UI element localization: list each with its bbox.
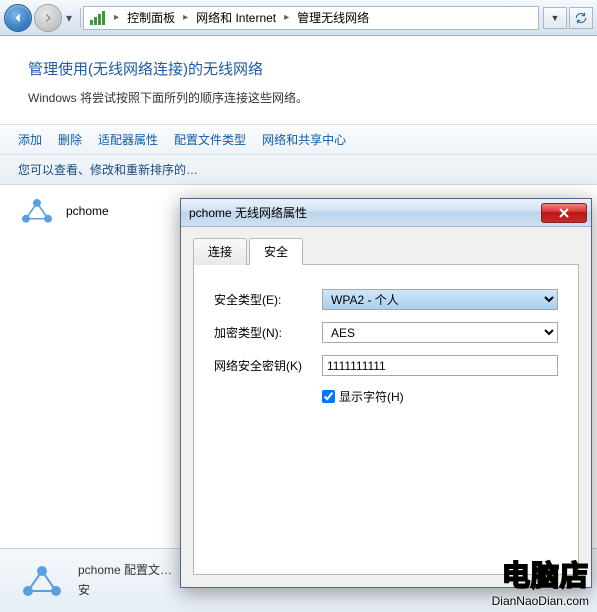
close-button[interactable]: [541, 203, 587, 223]
page-heading: 管理使用(无线网络连接)的无线网络: [28, 58, 569, 79]
encryption-type-select[interactable]: AES: [322, 322, 558, 343]
crumb-control-panel[interactable]: 控制面板: [123, 9, 179, 26]
encryption-type-label: 加密类型(N):: [214, 324, 322, 341]
chevron-right-icon: ▸: [280, 12, 293, 23]
tab-strip: 连接 安全: [193, 237, 579, 265]
dropdown-button[interactable]: ▼: [543, 7, 567, 29]
arrow-right-icon: [41, 11, 55, 25]
tab-security[interactable]: 安全: [249, 238, 303, 265]
network-icon: [18, 195, 56, 227]
dialog-body: 连接 安全 安全类型(E): WPA2 - 个人 加密类型(N): AES 网络…: [181, 227, 591, 587]
crumb-manage-wireless[interactable]: 管理无线网络: [293, 9, 373, 26]
remove-link[interactable]: 删除: [58, 131, 82, 148]
arrow-left-icon: [11, 11, 25, 25]
refresh-icon: [574, 11, 588, 25]
toolbar: 添加 删除 适配器属性 配置文件类型 网络和共享中心: [0, 124, 597, 155]
profile-type-link[interactable]: 配置文件类型: [174, 131, 246, 148]
instruction-bar: 您可以查看、修改和重新排序的…: [0, 155, 597, 185]
history-dropdown-icon[interactable]: ▾: [66, 11, 72, 25]
page-subtext: Windows 将尝试按照下面所列的顺序连接这些网络。: [28, 89, 569, 106]
add-link[interactable]: 添加: [18, 131, 42, 148]
security-key-label: 网络安全密钥(K): [214, 357, 322, 374]
security-type-select[interactable]: WPA2 - 个人: [322, 289, 558, 310]
properties-dialog: pchome 无线网络属性 连接 安全 安全类型(E): WPA2 - 个人 加…: [180, 198, 592, 588]
dialog-title: pchome 无线网络属性: [189, 204, 541, 221]
breadcrumb[interactable]: ▸ 控制面板 ▸ 网络和 Internet ▸ 管理无线网络: [83, 6, 539, 30]
chevron-right-icon: ▸: [179, 12, 192, 23]
details-name: pchome: [78, 563, 121, 577]
tab-connect[interactable]: 连接: [193, 238, 247, 265]
details-text: pchome 配置文… 安: [78, 561, 172, 599]
network-name: pchome: [66, 204, 109, 218]
dialog-titlebar[interactable]: pchome 无线网络属性: [181, 199, 591, 227]
network-icon: [18, 561, 66, 601]
security-key-input[interactable]: [322, 355, 558, 376]
separator: [80, 8, 81, 28]
tab-panel-security: 安全类型(E): WPA2 - 个人 加密类型(N): AES 网络安全密钥(K…: [193, 265, 579, 575]
sharing-center-link[interactable]: 网络和共享中心: [262, 131, 346, 148]
chevron-right-icon: ▸: [110, 12, 123, 23]
close-icon: [558, 208, 570, 218]
refresh-button[interactable]: [569, 7, 593, 29]
chevron-down-icon: ▼: [551, 13, 560, 23]
nav-bar: ▾ ▸ 控制面板 ▸ 网络和 Internet ▸ 管理无线网络 ▼: [0, 0, 597, 36]
signal-icon: [90, 11, 106, 25]
adapter-props-link[interactable]: 适配器属性: [98, 131, 158, 148]
details-security: 安: [78, 581, 172, 600]
show-chars-checkbox[interactable]: [322, 390, 335, 403]
forward-button[interactable]: [34, 4, 62, 32]
back-button[interactable]: [4, 4, 32, 32]
security-type-label: 安全类型(E):: [214, 291, 322, 308]
show-chars-label: 显示字符(H): [339, 388, 404, 405]
crumb-network-internet[interactable]: 网络和 Internet: [192, 9, 280, 26]
